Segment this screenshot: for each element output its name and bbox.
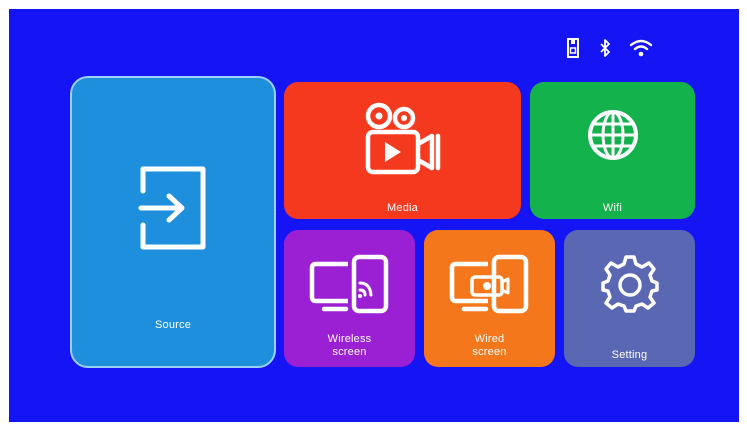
usb-storage-icon — [567, 38, 579, 58]
wifi-signal-icon — [629, 39, 653, 57]
source-tile[interactable]: Source — [70, 76, 276, 368]
gear-icon — [600, 255, 659, 313]
source-label: Source — [154, 319, 192, 331]
status-bar — [565, 35, 653, 61]
globe-icon — [587, 110, 638, 160]
media-tile[interactable]: Media — [284, 82, 521, 219]
screen-cast-icon — [309, 254, 388, 314]
wired-screen-label-line1: Wired — [474, 333, 505, 345]
input-source-icon — [138, 166, 206, 250]
wireless-screen-tile[interactable]: Wireless screen — [284, 230, 415, 367]
bluetooth-icon — [600, 39, 610, 57]
setting-label: Setting — [611, 349, 648, 361]
wireless-screen-label-line2: screen — [332, 346, 367, 358]
wifi-tile[interactable]: Wifi — [530, 82, 695, 219]
wireless-screen-label: Wireless screen — [284, 333, 415, 359]
home-screen: Source Media Wifi Wireless screen Wired … — [9, 9, 739, 422]
video-camera-icon — [365, 102, 440, 175]
setting-tile[interactable]: Setting — [564, 230, 695, 367]
wired-screen-tile[interactable]: Wired screen — [424, 230, 555, 367]
wired-screen-label: Wired screen — [424, 333, 555, 359]
wifi-label: Wifi — [602, 202, 623, 214]
wired-screen-label-line2: screen — [472, 346, 507, 358]
media-label: Media — [387, 202, 418, 214]
wireless-screen-label-line1: Wireless — [327, 333, 372, 345]
screen-mirror-icon — [449, 254, 528, 314]
